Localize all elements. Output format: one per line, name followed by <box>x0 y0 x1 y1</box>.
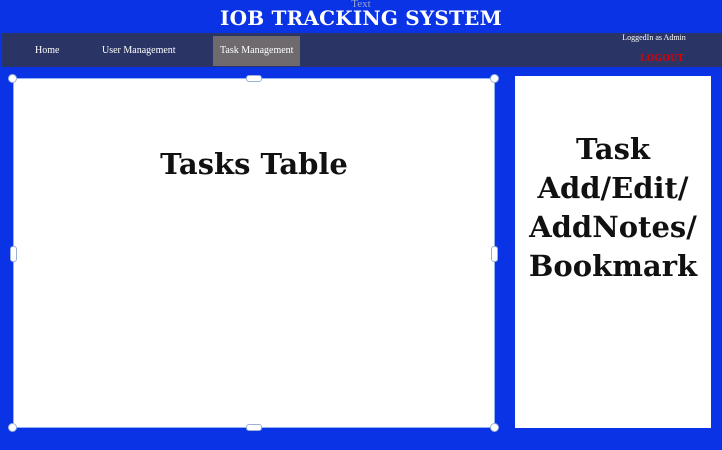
nav-home[interactable]: Home <box>28 36 66 66</box>
task-edit-heading-line: Task <box>575 132 650 166</box>
task-edit-heading: Task Add/Edit/ AddNotes/ Bookmark <box>515 130 711 286</box>
title-bar: Text IOB TRACKING SYSTEM <box>0 0 722 33</box>
app-title: IOB TRACKING SYSTEM <box>220 6 502 30</box>
logged-in-status: LoggedIn as Admin <box>622 33 686 42</box>
task-edit-panel: Task Add/Edit/ AddNotes/ Bookmark <box>515 76 711 428</box>
tasks-table-panel[interactable]: Tasks Table <box>13 78 495 428</box>
resize-handle-right[interactable] <box>491 246 498 262</box>
resize-handle-top-right[interactable] <box>490 74 499 83</box>
nav-task-management[interactable]: Task Management <box>213 36 301 66</box>
resize-handle-left[interactable] <box>10 246 17 262</box>
resize-handle-bottom[interactable] <box>246 424 262 431</box>
resize-handle-bottom-left[interactable] <box>8 423 17 432</box>
logout-button[interactable]: LOGOUT <box>640 53 684 64</box>
resize-handle-bottom-right[interactable] <box>490 423 499 432</box>
task-edit-heading-line: AddNotes/ <box>529 210 697 244</box>
resize-handle-top[interactable] <box>246 75 262 82</box>
nav-user-management[interactable]: User Management <box>95 36 183 66</box>
task-edit-heading-line: Add/Edit/ <box>537 171 689 205</box>
tasks-table-heading: Tasks Table <box>160 147 348 181</box>
navbar: Home User Management Task Management Log… <box>2 33 722 67</box>
resize-handle-top-left[interactable] <box>8 74 17 83</box>
task-edit-heading-line: Bookmark <box>528 249 698 283</box>
